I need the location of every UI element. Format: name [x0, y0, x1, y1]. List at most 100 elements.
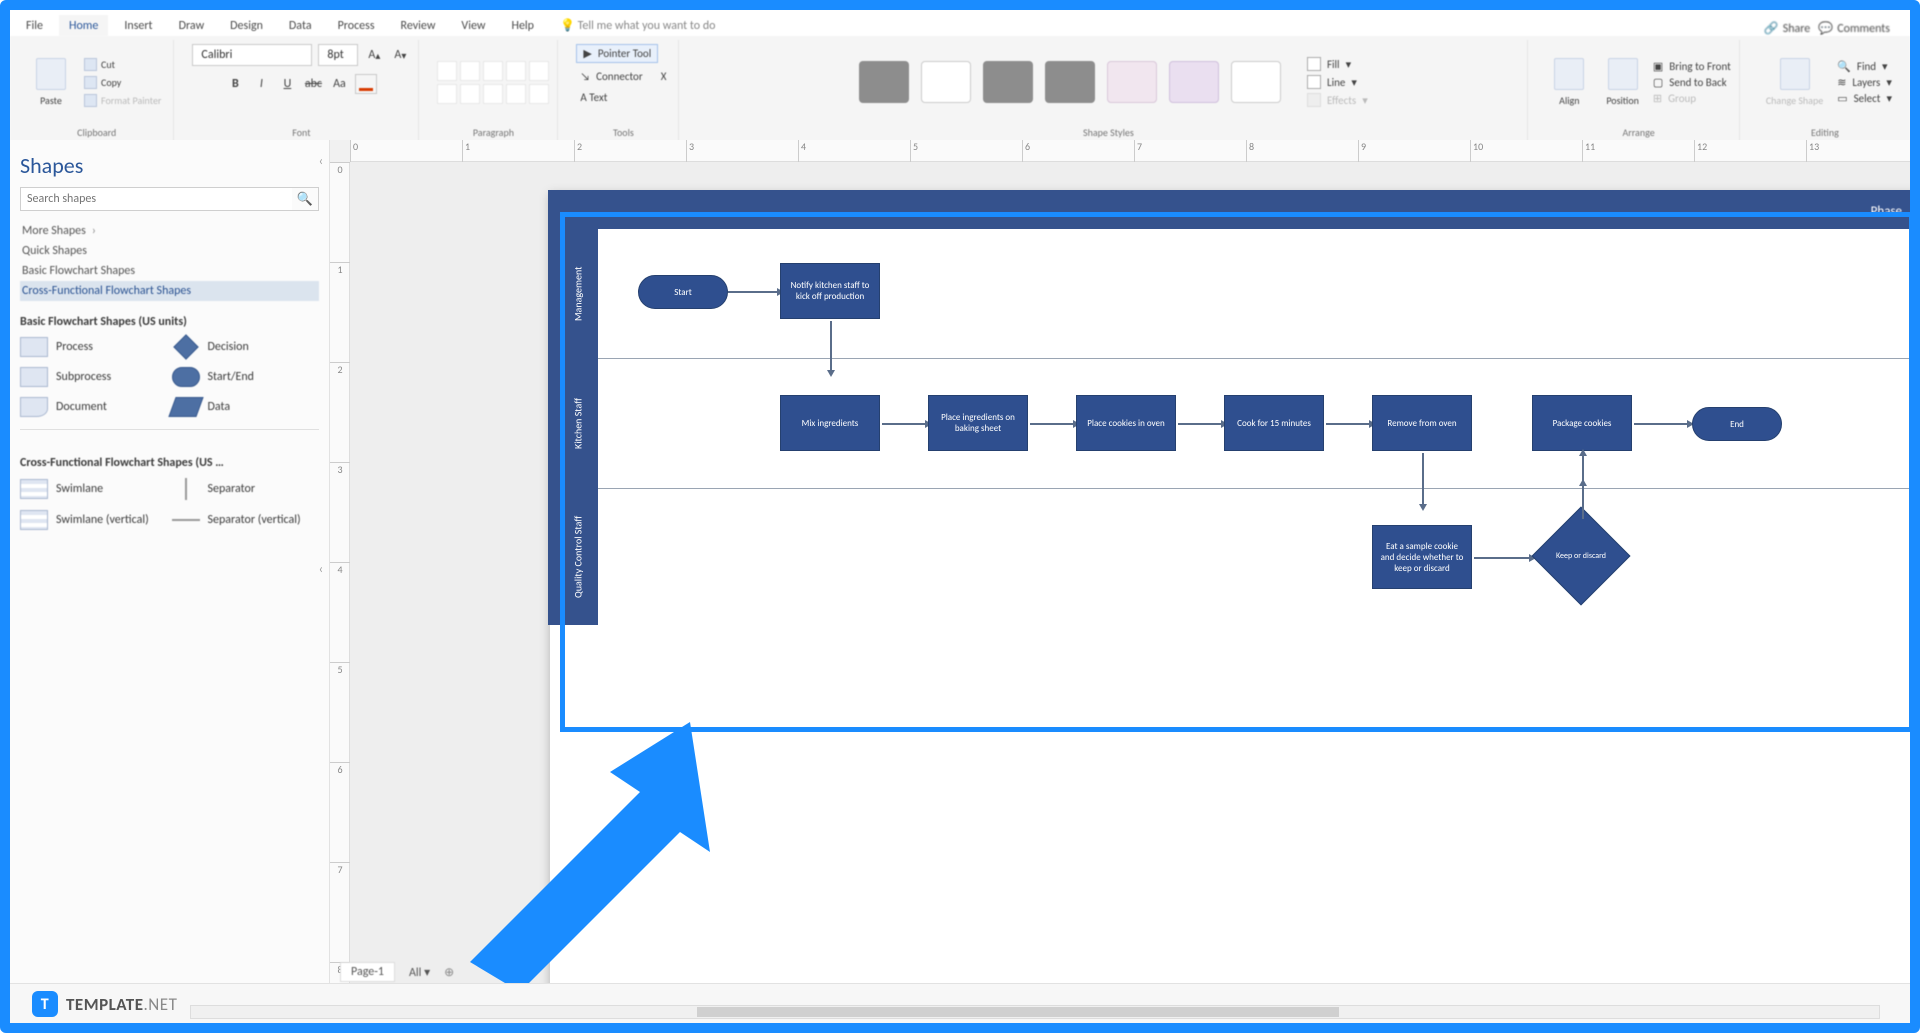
- node-start[interactable]: Start: [638, 275, 728, 309]
- tab-view[interactable]: View: [451, 15, 495, 36]
- rect-icon: [20, 367, 48, 387]
- change-case-button[interactable]: Aa: [329, 74, 349, 94]
- stencil-separator-v[interactable]: Separator (vertical): [172, 510, 320, 530]
- lane-label[interactable]: Kitchen Staff: [558, 359, 598, 488]
- share-button[interactable]: 🔗 Share: [1764, 21, 1811, 36]
- pointer-tool-button[interactable]: ▶ Pointer Tool: [576, 44, 658, 63]
- cat-cross-functional[interactable]: Cross-Functional Flowchart Shapes: [20, 281, 319, 301]
- group-button[interactable]: ⊞ Group: [1653, 92, 1731, 105]
- paste-button[interactable]: Paste: [28, 54, 74, 111]
- stencil-subprocess[interactable]: Subprocess: [20, 367, 168, 387]
- bold-button[interactable]: B: [225, 74, 245, 94]
- align-button[interactable]: Align: [1546, 54, 1592, 111]
- position-button[interactable]: Position: [1598, 54, 1647, 111]
- stencil-separator[interactable]: Separator: [172, 478, 320, 500]
- stencil-decision[interactable]: Decision: [172, 337, 320, 357]
- page-tab-all[interactable]: All ▾: [409, 965, 430, 980]
- select-button[interactable]: ▭ Select ▾: [1837, 92, 1892, 105]
- tab-file[interactable]: File: [16, 15, 53, 36]
- pane-collapse-icon[interactable]: ‹: [316, 562, 326, 577]
- underline-button[interactable]: U: [277, 74, 297, 94]
- cut-button[interactable]: Cut: [80, 57, 165, 72]
- stencil-swimlane[interactable]: Swimlane: [20, 478, 168, 500]
- line-button[interactable]: Line ▾: [1307, 75, 1368, 89]
- connector[interactable]: [1030, 423, 1074, 425]
- paragraph-buttons[interactable]: [437, 61, 549, 104]
- text-tool-button[interactable]: A Text: [576, 90, 611, 105]
- connector[interactable]: [1582, 485, 1584, 519]
- tab-help[interactable]: Help: [501, 15, 544, 36]
- style-swatches[interactable]: [849, 57, 1291, 107]
- shrink-font-button[interactable]: A▾: [390, 45, 410, 65]
- connector[interactable]: [882, 423, 926, 425]
- tab-data[interactable]: Data: [279, 15, 322, 36]
- font-name-select[interactable]: Calibri: [192, 44, 312, 66]
- lane-management[interactable]: Management Start Notify kitchen staff to…: [598, 229, 1910, 359]
- bring-front-button[interactable]: ▣ Bring to Front: [1653, 60, 1731, 73]
- page-tab-1[interactable]: Page-1: [340, 962, 395, 982]
- strike-button[interactable]: abc: [303, 74, 323, 94]
- node-decision[interactable]: Keep or discard: [1532, 507, 1631, 606]
- font-size-select[interactable]: 8pt: [318, 44, 358, 66]
- connector[interactable]: [1178, 423, 1222, 425]
- node-cook[interactable]: Cook for 15 minutes: [1224, 395, 1324, 451]
- connector[interactable]: [1634, 423, 1688, 425]
- font-color-button[interactable]: [355, 74, 377, 94]
- search-icon[interactable]: 🔍: [292, 188, 318, 210]
- node-end[interactable]: End: [1692, 407, 1782, 441]
- copy-button[interactable]: Copy: [80, 75, 165, 90]
- ribbon-group-clipboard: Paste Cut Copy Format Painter Clipboard: [20, 40, 174, 143]
- cat-quick-shapes[interactable]: Quick Shapes: [20, 241, 319, 261]
- change-shape-button[interactable]: Change Shape: [1758, 54, 1831, 111]
- effects-button[interactable]: Effects ▾: [1307, 93, 1368, 107]
- node-remove[interactable]: Remove from oven: [1372, 395, 1472, 451]
- lane-quality[interactable]: Quality Control Staff Eat a sample cooki…: [598, 489, 1910, 625]
- stencil-document[interactable]: Document: [20, 397, 168, 417]
- fill-button[interactable]: Fill ▾: [1307, 57, 1368, 71]
- tab-review[interactable]: Review: [391, 15, 446, 36]
- connector[interactable]: [1474, 557, 1530, 559]
- node-sample[interactable]: Eat a sample cookie and decide whether t…: [1372, 525, 1472, 589]
- comments-button[interactable]: 💬 Comments: [1818, 21, 1890, 36]
- find-button[interactable]: 🔍 Find ▾: [1837, 60, 1892, 73]
- tab-draw[interactable]: Draw: [169, 15, 215, 36]
- tell-me[interactable]: 💡 Tell me what you want to do: [550, 14, 725, 36]
- lane-label[interactable]: Quality Control Staff: [558, 489, 598, 625]
- tab-process[interactable]: Process: [328, 15, 385, 36]
- search-input[interactable]: [21, 188, 292, 210]
- drawing-page[interactable]: Phase Management Start Notify kitchen st…: [550, 192, 1910, 983]
- cat-basic-flowchart[interactable]: Basic Flowchart Shapes: [20, 261, 319, 281]
- stencil-swimlane-v[interactable]: Swimlane (vertical): [20, 510, 168, 530]
- connector[interactable]: [1326, 423, 1370, 425]
- tab-design[interactable]: Design: [220, 15, 273, 36]
- tab-home[interactable]: Home: [59, 15, 108, 36]
- pane-collapse-icon[interactable]: ‹: [316, 154, 326, 169]
- node-notify[interactable]: Notify kitchen staff to kick off product…: [780, 263, 880, 319]
- connector[interactable]: [728, 291, 778, 293]
- cat-more-shapes[interactable]: More Shapes›: [20, 221, 319, 241]
- tab-insert[interactable]: Insert: [114, 15, 162, 36]
- layers-button[interactable]: ≋ Layers ▾: [1837, 76, 1892, 89]
- format-painter-button[interactable]: Format Painter: [80, 93, 165, 108]
- lane-label[interactable]: Management: [558, 229, 598, 358]
- stencil-data[interactable]: Data: [172, 397, 320, 417]
- x-button[interactable]: X: [657, 69, 671, 84]
- node-place[interactable]: Place ingredients on baking sheet: [928, 395, 1028, 451]
- swimlane-container[interactable]: Phase Management Start Notify kitchen st…: [548, 190, 1910, 625]
- horizontal-scrollbar[interactable]: [190, 1005, 1880, 1019]
- phase-title[interactable]: Phase: [558, 200, 1910, 229]
- canvas[interactable]: Phase Management Start Notify kitchen st…: [350, 162, 1910, 983]
- lane-kitchen[interactable]: Kitchen Staff Mix ingredients Place ingr…: [598, 359, 1910, 489]
- add-page-button[interactable]: ⊕: [444, 965, 454, 980]
- connector-tool-button[interactable]: ↘ Connector: [576, 69, 646, 84]
- send-back-button[interactable]: ▢ Send to Back: [1653, 76, 1731, 89]
- change-shape-icon: [1780, 58, 1810, 90]
- italic-button[interactable]: I: [251, 74, 271, 94]
- node-mix[interactable]: Mix ingredients: [780, 395, 880, 451]
- stencil-process[interactable]: Process: [20, 337, 168, 357]
- grow-font-button[interactable]: A▴: [364, 45, 384, 65]
- search-shapes[interactable]: 🔍: [20, 187, 319, 211]
- stencil-startend[interactable]: Start/End: [172, 367, 320, 387]
- node-package[interactable]: Package cookies: [1532, 395, 1632, 451]
- node-oven[interactable]: Place cookies in oven: [1076, 395, 1176, 451]
